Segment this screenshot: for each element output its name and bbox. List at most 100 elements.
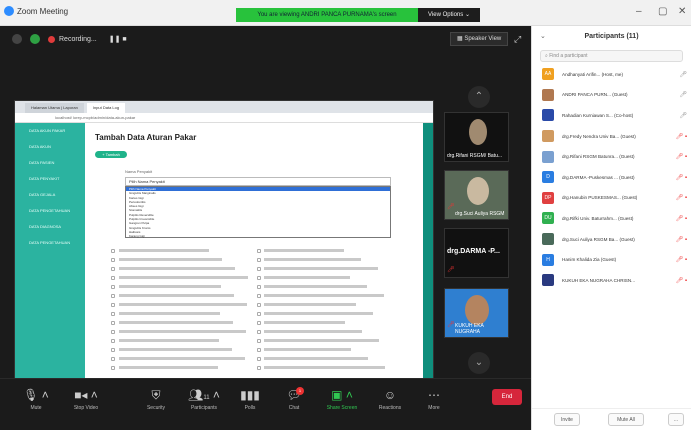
more-options-button[interactable]: ... bbox=[668, 413, 684, 426]
checkbox[interactable] bbox=[257, 321, 261, 325]
checkbox[interactable] bbox=[111, 249, 115, 253]
fullscreen-icon[interactable]: ⤢ bbox=[514, 34, 521, 45]
scroll-up-icon[interactable]: ⌃ bbox=[468, 86, 490, 108]
chat-button[interactable]: 💬︎ 1 Chat bbox=[272, 387, 316, 411]
invite-button[interactable]: Invite bbox=[554, 413, 580, 426]
mic-status-icon[interactable]: 🎤︎ ▪ bbox=[676, 256, 687, 263]
mic-status-icon[interactable]: 🎤︎ ▪ bbox=[676, 133, 687, 140]
browser-tab[interactable]: Halaman Utama | Laporan bbox=[25, 103, 84, 113]
checkbox[interactable] bbox=[111, 312, 115, 316]
checkbox[interactable] bbox=[111, 276, 115, 280]
web-scrollbar[interactable] bbox=[423, 123, 433, 383]
participants-button[interactable]: 👥︎11 ˄ Participants bbox=[182, 387, 226, 411]
pause-stop-icon[interactable]: ❚❚ ■ bbox=[109, 35, 127, 43]
checklist-row bbox=[111, 355, 421, 364]
participant-row[interactable]: ANDRI PANCA PURN... (Guest) 🎤︎ bbox=[532, 85, 691, 106]
participant-row[interactable]: KUKUH EKA NUGRAHA CHRISN... 🎤︎ ▪ bbox=[532, 270, 691, 291]
chevron-down-icon[interactable]: ⌄ bbox=[540, 26, 546, 48]
web-sidebar-item[interactable]: DATA AKUN bbox=[15, 139, 85, 155]
video-thumbnail[interactable]: 🎤︎ drg.Suci Auliya RSGM bbox=[444, 170, 509, 220]
mic-status-icon[interactable]: 🎤︎ ▪ bbox=[676, 215, 687, 222]
web-sidebar-item[interactable]: DATA PENGETAHUAN bbox=[15, 235, 85, 251]
participant-row[interactable]: H Hanim Khalida Zia (Guest) 🎤︎ ▪ bbox=[532, 249, 691, 270]
participant-row[interactable]: Ddrg.DARMA -Puskesmas ... (Guest) 🎤︎ ▪ bbox=[532, 167, 691, 188]
checkbox[interactable] bbox=[257, 357, 261, 361]
mic-status-icon[interactable]: 🎤︎ bbox=[679, 112, 687, 119]
participant-row[interactable]: drg.Suci Auliya RSGM Ba... (Guest) 🎤︎ ▪ bbox=[532, 229, 691, 250]
checkbox[interactable] bbox=[111, 303, 115, 307]
browser-address-bar[interactable]: localhost/ lorep-mcpb/admin/data-akun-pa… bbox=[15, 113, 433, 123]
participant-row[interactable]: AA Andhanyati Arifin... (Host, me) 🎤︎ bbox=[532, 64, 691, 85]
mute-all-button[interactable]: Mute All bbox=[608, 413, 644, 426]
checkbox[interactable] bbox=[111, 321, 115, 325]
checkbox[interactable] bbox=[111, 366, 115, 370]
checkbox[interactable] bbox=[257, 330, 261, 334]
web-sidebar-item[interactable]: DATA AKUN PAKAR bbox=[15, 123, 85, 139]
mute-button[interactable]: 🎙︎ ˄ Mute bbox=[14, 387, 58, 411]
mic-status-icon[interactable]: 🎤︎ ▪ bbox=[676, 153, 687, 160]
participant-search-input[interactable]: ⌕ Find a participant bbox=[540, 50, 683, 62]
mic-status-icon[interactable]: 🎤︎ ▪ bbox=[676, 236, 687, 243]
participant-row[interactable]: drg.Rifani RSGM Batunra... (Guest) 🎤︎ ▪ bbox=[532, 146, 691, 167]
disease-select[interactable]: Pilih Nama Penyakit bbox=[125, 177, 391, 186]
maximize-icon[interactable]: ▢ bbox=[658, 6, 667, 17]
polls-button[interactable]: ▮▮▮ Polls bbox=[228, 387, 272, 411]
checkbox[interactable] bbox=[111, 357, 115, 361]
checkbox[interactable] bbox=[257, 249, 261, 253]
participant-row[interactable]: DU drg.Rifki Univ. Baturrahm... (Guest) 🎤︎… bbox=[532, 208, 691, 229]
security-button[interactable]: ⛨ Security bbox=[134, 387, 178, 411]
web-sidebar-item[interactable]: DATA GEJALA bbox=[15, 187, 85, 203]
web-sidebar-item[interactable]: DATA PASIEN bbox=[15, 155, 85, 171]
checkbox[interactable] bbox=[257, 285, 261, 289]
scroll-down-icon[interactable]: ⌄ bbox=[468, 352, 490, 374]
participant-name: drg.Fredy Nendra Univ Ba... (Guest) bbox=[562, 133, 636, 139]
reactions-button[interactable]: ☺ Reactions bbox=[368, 387, 412, 411]
video-thumbnail[interactable]: drg.Rifani RSGM/ Batu... bbox=[444, 112, 509, 162]
recording-indicator[interactable]: Recording... ❚❚ ■ bbox=[48, 35, 127, 43]
web-sidebar-item[interactable]: DATA PENYAKIT bbox=[15, 171, 85, 187]
checkbox[interactable] bbox=[257, 303, 261, 307]
view-options-button[interactable]: View Options ⌄ bbox=[418, 8, 480, 22]
video-thumbnail[interactable]: 🎤︎ KUKUH EKA NUGRAHA bbox=[444, 288, 509, 338]
web-sidebar-item[interactable]: DATA DIAGNOSA bbox=[15, 219, 85, 235]
encryption-shield-icon[interactable] bbox=[30, 34, 40, 44]
checkbox[interactable] bbox=[111, 330, 115, 334]
checkbox[interactable] bbox=[257, 294, 261, 298]
browser-tab[interactable]: Input Data Log bbox=[86, 103, 126, 113]
mic-status-icon[interactable]: 🎤︎ bbox=[679, 91, 687, 98]
checkbox[interactable] bbox=[257, 258, 261, 262]
close-icon[interactable]: ✕ bbox=[678, 6, 686, 17]
checkbox[interactable] bbox=[257, 276, 261, 280]
share-screen-button[interactable]: ▣ ˄ Share Screen bbox=[320, 387, 364, 411]
participant-row[interactable]: Rahadian Kurniawan S... (Co-host) 🎤︎ bbox=[532, 105, 691, 126]
checkbox[interactable] bbox=[257, 348, 261, 352]
participant-row[interactable]: DP drg.Hanubin PUSKESMAS... (Guest) 🎤︎ ▪ bbox=[532, 188, 691, 209]
stop-video-button[interactable]: ■◂ ˄ Stop Video bbox=[64, 387, 108, 411]
mic-status-icon[interactable]: 🎤︎ bbox=[679, 71, 687, 78]
dropdown-option[interactable]: Karang Gigi bbox=[126, 234, 390, 238]
shared-screen[interactable]: Halaman Utama | Laporan Input Data Log l… bbox=[14, 100, 434, 383]
add-button[interactable]: + Tambah bbox=[95, 151, 127, 158]
checkbox[interactable] bbox=[111, 339, 115, 343]
checkbox[interactable] bbox=[111, 258, 115, 262]
mic-status-icon[interactable]: 🎤︎ ▪ bbox=[676, 277, 687, 284]
participant-row[interactable]: drg.Fredy Nendra Univ Ba... (Guest) 🎤︎ ▪ bbox=[532, 126, 691, 147]
checkbox[interactable] bbox=[257, 267, 261, 271]
checkbox[interactable] bbox=[257, 366, 261, 370]
end-meeting-button[interactable]: End bbox=[492, 389, 522, 405]
more-button[interactable]: ⋯ More bbox=[412, 387, 456, 411]
video-thumbnail[interactable]: drg.DARMA -P... 🎤︎ bbox=[444, 228, 509, 278]
checkbox[interactable] bbox=[111, 285, 115, 289]
checkbox[interactable] bbox=[111, 294, 115, 298]
checkbox[interactable] bbox=[111, 267, 115, 271]
web-sidebar-item[interactable]: DATA PENGETAHUAN bbox=[15, 203, 85, 219]
speaker-view-button[interactable]: ▦ Speaker View bbox=[450, 32, 509, 46]
checkbox[interactable] bbox=[257, 339, 261, 343]
mic-status-icon[interactable]: 🎤︎ ▪ bbox=[676, 194, 687, 201]
checkbox[interactable] bbox=[257, 312, 261, 316]
mic-status-icon[interactable]: 🎤︎ ▪ bbox=[676, 174, 687, 181]
minimize-icon[interactable]: – bbox=[636, 6, 642, 17]
checkbox[interactable] bbox=[111, 348, 115, 352]
meeting-info-icon[interactable] bbox=[12, 34, 22, 44]
disease-dropdown[interactable]: Pilih Nama Penyakit Gingivitis Marginali… bbox=[125, 186, 391, 238]
